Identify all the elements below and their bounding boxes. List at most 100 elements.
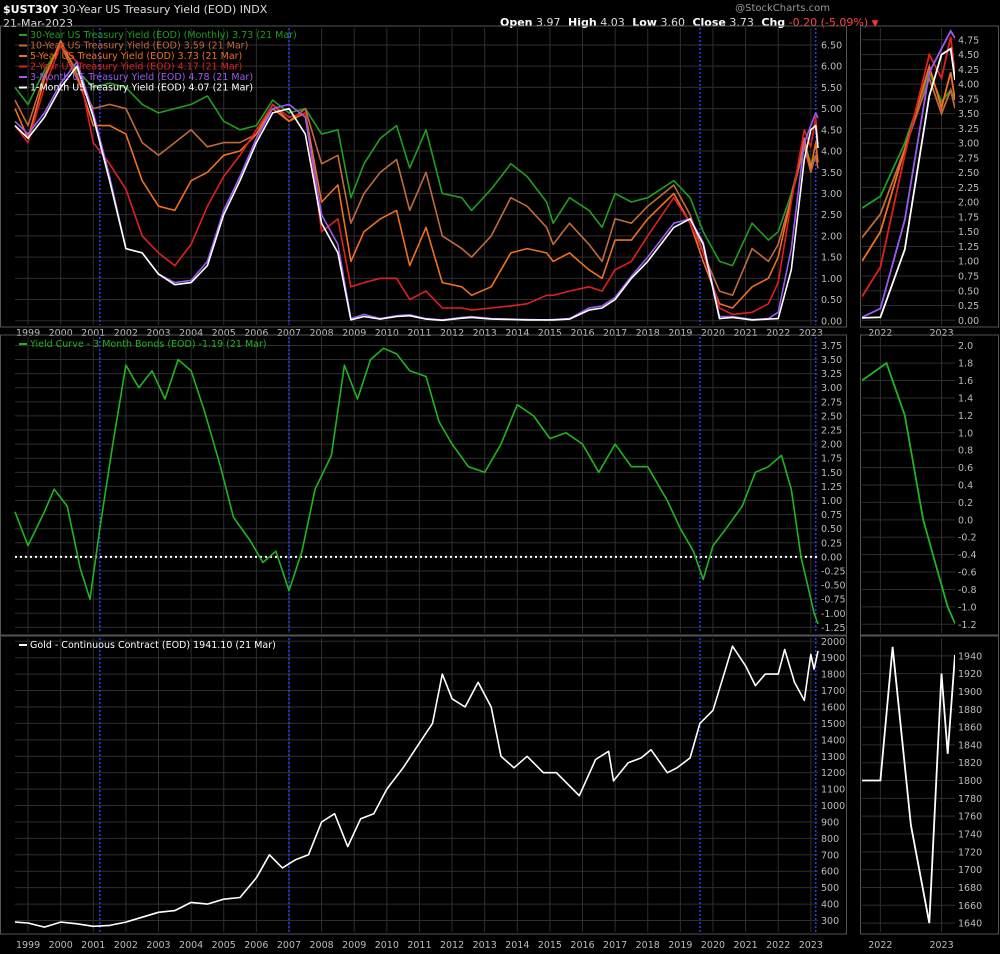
y-tick-label: 3.50 — [821, 168, 842, 179]
legend-entry-y2: 2-Year US Treasury Yield (EOD) 4.17 (21 … — [30, 62, 242, 73]
x-tick-label: 2002 — [114, 940, 138, 951]
inset-y-tick-label: 1940 — [958, 651, 982, 662]
legend-entry-gold: Gold - Continuous Contract (EOD) 1941.10… — [30, 640, 276, 651]
y-tick-label: 1400 — [821, 735, 845, 746]
inset-y-tick-label: 1740 — [958, 830, 982, 841]
inset-y-tick-label: 0.00 — [958, 316, 979, 327]
x-tick-label: 2013 — [473, 940, 497, 951]
y-tick-label: 3.75 — [821, 341, 842, 352]
y-tick-label: 3.50 — [821, 355, 842, 366]
inset-y-tick-label: 1.25 — [958, 242, 979, 253]
y-tick-label: 3.25 — [821, 369, 842, 380]
y-tick-label: 0.75 — [821, 510, 842, 521]
y-tick-label: 6.50 — [821, 40, 842, 51]
y-tick-label: 1200 — [821, 768, 845, 779]
y-tick-label: 0.00 — [821, 316, 842, 327]
y-tick-label: 2000 — [821, 637, 845, 648]
y-tick-label: 1500 — [821, 719, 845, 730]
inset-y-tick-label: 3.50 — [958, 109, 979, 120]
y-tick-label: 4.00 — [821, 147, 842, 158]
x-tick-label: 2019 — [668, 940, 692, 951]
panel-frame-gold — [0, 635, 847, 935]
inset-y-tick-label: 2.75 — [958, 153, 979, 164]
x-tick-label: 2007 — [277, 940, 301, 951]
y-tick-label: -1.00 — [821, 609, 846, 620]
inset-y-tick-label: 1860 — [958, 723, 982, 734]
y-tick-label: 500 — [821, 883, 839, 894]
y-tick-label: 1100 — [821, 785, 845, 796]
y-tick-label: 1.25 — [821, 482, 842, 493]
inset-y-tick-label: -1.0 — [958, 602, 977, 613]
inset-y-tick-label: 0.6 — [958, 463, 973, 474]
chart-canvas: 0.00 0.50 1.00 1.50 2.00 2.50 3.00 3.50 4.00 4.50… — [0, 25, 999, 951]
panel-frame-curve — [0, 334, 847, 636]
inset-y-tick-label: 1.2 — [958, 411, 973, 422]
inset-y-tick-label: 1680 — [958, 883, 982, 894]
x-tick-label: 2017 — [603, 940, 627, 951]
x-tick-label: 2015 — [538, 940, 562, 951]
inset-y-tick-label: 1780 — [958, 794, 982, 805]
legend-entry-m3: 3-Month US Treasury Yield (EOD) 4.78 (21… — [30, 72, 253, 83]
legend-entry-y10: 10-Year US Treasury Yield (EOD) 3.59 (21… — [30, 41, 248, 52]
inset-y-tick-label: 0.0 — [958, 515, 973, 526]
x-tick-label: 2014 — [505, 940, 529, 951]
inset-y-tick-label: 4.50 — [958, 50, 979, 61]
x-tick-label: 2009 — [342, 940, 366, 951]
x-tick-label: 2008 — [309, 940, 333, 951]
y-tick-label: 800 — [821, 834, 839, 845]
inset-y-tick-label: 4.75 — [958, 35, 979, 46]
inset-y-tick-label: 4.00 — [958, 80, 979, 91]
x-tick-label: 2011 — [407, 940, 431, 951]
inset-y-tick-label: 1.0 — [958, 428, 973, 439]
x-tick-label: 2004 — [179, 940, 203, 951]
inset-y-tick-label: 1840 — [958, 740, 982, 751]
inset-y-tick-label: 2.25 — [958, 183, 979, 194]
x-tick-label: 2020 — [701, 940, 725, 951]
y-tick-label: 6.00 — [821, 62, 842, 73]
inset-y-tick-label: 1820 — [958, 758, 982, 769]
y-tick-label: 1.75 — [821, 454, 842, 465]
inset-y-tick-label: -0.6 — [958, 568, 977, 579]
inset-y-tick-label: 3.00 — [958, 139, 979, 150]
inset-x-tick-label: 2023 — [929, 940, 953, 951]
y-tick-label: 700 — [821, 850, 839, 861]
x-tick-label: 2022 — [766, 940, 790, 951]
x-tick-label: 2001 — [81, 940, 105, 951]
legend-entry-y5: 5-Year US Treasury Yield (EOD) 3.73 (21 … — [30, 51, 242, 62]
inset-y-tick-label: -0.4 — [958, 550, 977, 561]
y-tick-label: 5.00 — [821, 104, 842, 115]
y-tick-label: 1600 — [821, 702, 845, 713]
x-tick-label: 2018 — [636, 940, 660, 951]
x-tick-label: 2012 — [440, 940, 464, 951]
inset-y-tick-label: 1720 — [958, 847, 982, 858]
y-tick-label: 2.50 — [821, 411, 842, 422]
inset-y-tick-label: 1800 — [958, 776, 982, 787]
y-tick-label: 0.50 — [821, 524, 842, 535]
y-tick-label: 1700 — [821, 686, 845, 697]
inset-y-tick-label: 1.75 — [958, 212, 979, 223]
y-tick-label: 0.50 — [821, 295, 842, 306]
inset-series-line-curve — [862, 361, 955, 624]
x-tick-label: 2016 — [570, 940, 594, 951]
inset-y-tick-label: -0.8 — [958, 585, 977, 596]
x-tick-label: 2006 — [244, 940, 268, 951]
y-tick-label: 400 — [821, 900, 839, 911]
series-line-gold — [14, 645, 819, 928]
y-tick-label: 2.25 — [821, 426, 842, 437]
inset-y-tick-label: 3.75 — [958, 94, 979, 105]
y-tick-label: 1.50 — [821, 253, 842, 264]
inset-y-tick-label: 2.50 — [958, 168, 979, 179]
y-tick-label: 0.00 — [821, 552, 842, 563]
y-tick-label: 1000 — [821, 801, 845, 812]
y-tick-label: 1.00 — [821, 274, 842, 285]
x-tick-label: 2005 — [212, 940, 236, 951]
legend-entry-m1: 1-Month US Treasury Yield (EOD) 4.07 (21… — [30, 83, 253, 94]
inset-y-tick-label: 1.6 — [958, 376, 973, 387]
inset-y-tick-label: 1640 — [958, 919, 982, 930]
y-tick-label: -1.25 — [821, 623, 846, 634]
x-tick-label: 2023 — [799, 940, 823, 951]
y-tick-label: 2.50 — [821, 210, 842, 221]
y-tick-label: 0.25 — [821, 538, 842, 549]
inset-y-tick-label: 4.25 — [958, 65, 979, 76]
y-tick-label: 600 — [821, 867, 839, 878]
